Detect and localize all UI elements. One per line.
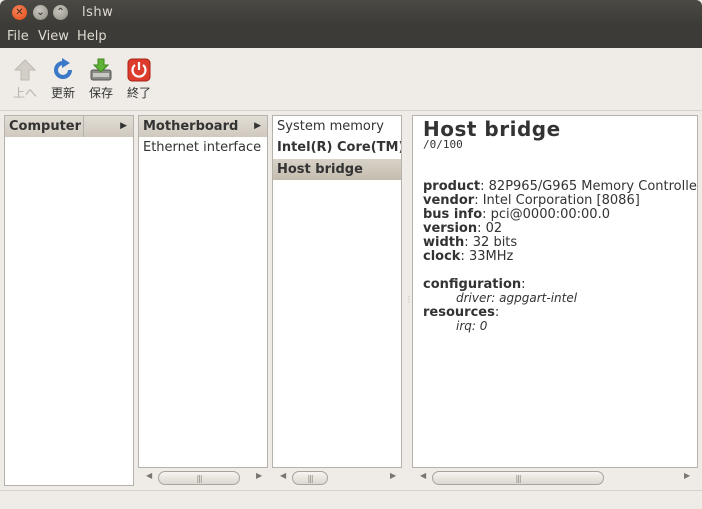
status-bar <box>0 490 702 509</box>
list-item-label: Host bridge <box>277 162 363 177</box>
column-motherboard: Motherboard ▶ Ethernet interface <box>138 115 268 468</box>
quit-icon <box>127 58 151 82</box>
maximize-window-button[interactable]: ⌃ <box>53 5 68 20</box>
scroll-right-icon[interactable]: ▶ <box>256 471 262 480</box>
up-button[interactable]: 上へ <box>8 58 42 101</box>
save-icon <box>90 58 112 81</box>
menu-view[interactable]: View <box>38 29 69 44</box>
list-item-label: Computer <box>9 119 82 134</box>
quit-label: 終了 <box>126 86 151 100</box>
detail-resources-value: irq: 0 <box>456 319 488 333</box>
detail-resources-heading: resources: <box>423 305 500 320</box>
expand-arrow-icon: ▶ <box>254 121 261 131</box>
scroll-left-icon[interactable]: ◀ <box>146 471 152 480</box>
detail-pane: Host bridge /0/100 product: 82P965/G965 … <box>412 115 698 468</box>
detail-field-bus-info: bus info: pci@0000:00:00.0 <box>423 207 610 222</box>
detail-configuration-value: driver: agpgart-intel <box>456 291 578 305</box>
scroll-right-icon[interactable]: ▶ <box>390 471 396 480</box>
list-item-motherboard[interactable]: Motherboard ▶ <box>139 116 267 137</box>
scroll-left-icon[interactable]: ◀ <box>280 471 286 480</box>
list-item-label: Motherboard <box>143 119 239 134</box>
list-item-label: Intel(R) Core(TM) <box>277 140 402 155</box>
refresh-icon <box>54 58 72 79</box>
scroll-thumb[interactable]: ||| <box>292 471 328 485</box>
refresh-label: 更新 <box>50 86 75 100</box>
up-label: 上へ <box>12 86 37 100</box>
list-item-label: System memory <box>277 119 384 134</box>
detail-configuration-heading: configuration: <box>423 277 526 292</box>
column-computer: Computer ▶ <box>4 115 134 486</box>
detail-path: /0/100 <box>423 138 463 151</box>
column-children: System memory Intel(R) Core(TM) Host bri… <box>272 115 402 468</box>
column-divider <box>83 116 84 137</box>
list-item-cpu[interactable]: Intel(R) Core(TM) <box>273 137 401 158</box>
scroll-right-icon[interactable]: ▶ <box>684 471 690 480</box>
refresh-button[interactable]: 更新 <box>46 58 80 101</box>
list-item-label: Ethernet interface <box>143 140 262 155</box>
toolbar: 上へ 更新 保存 終了 <box>0 48 702 111</box>
minimize-window-button[interactable]: ⌄ <box>33 5 48 20</box>
detail-field-version: version: 02 <box>423 221 503 236</box>
quit-button[interactable]: 終了 <box>122 58 156 101</box>
list-item-ethernet[interactable]: Ethernet interface <box>139 137 267 158</box>
column2-hscrollbar[interactable]: ◀ ||| ▶ <box>138 469 268 487</box>
list-item-host-bridge[interactable]: Host bridge <box>273 159 401 180</box>
scroll-thumb[interactable]: ||| <box>158 471 240 485</box>
window-title: lshw <box>82 5 114 20</box>
close-window-button[interactable]: ✕ <box>12 5 27 20</box>
menu-file[interactable]: File <box>7 29 29 44</box>
title-bar: ✕ ⌄ ⌃ lshw <box>0 0 702 26</box>
menu-bar: File View Help <box>0 26 702 48</box>
save-button[interactable]: 保存 <box>84 58 118 101</box>
expand-arrow-icon: ▶ <box>120 121 127 131</box>
column3-hscrollbar[interactable]: ◀ ||| ▶ <box>272 469 402 487</box>
detail-field-clock: clock: 33MHz <box>423 249 514 264</box>
scroll-left-icon[interactable]: ◀ <box>420 471 426 480</box>
detail-hscrollbar[interactable]: ◀ ||| ▶ <box>412 469 698 487</box>
list-item-computer[interactable]: Computer ▶ <box>5 116 133 137</box>
list-item-system-memory[interactable]: System memory <box>273 116 401 137</box>
up-arrow-icon <box>13 59 37 81</box>
detail-field-product: product: 82P965/G965 Memory Controller <box>423 179 698 194</box>
detail-field-vendor: vendor: Intel Corporation [8086] <box>423 193 640 208</box>
scroll-thumb[interactable]: ||| <box>432 471 604 485</box>
detail-field-width: width: 32 bits <box>423 235 518 250</box>
menu-help[interactable]: Help <box>77 29 107 44</box>
save-label: 保存 <box>88 86 113 100</box>
